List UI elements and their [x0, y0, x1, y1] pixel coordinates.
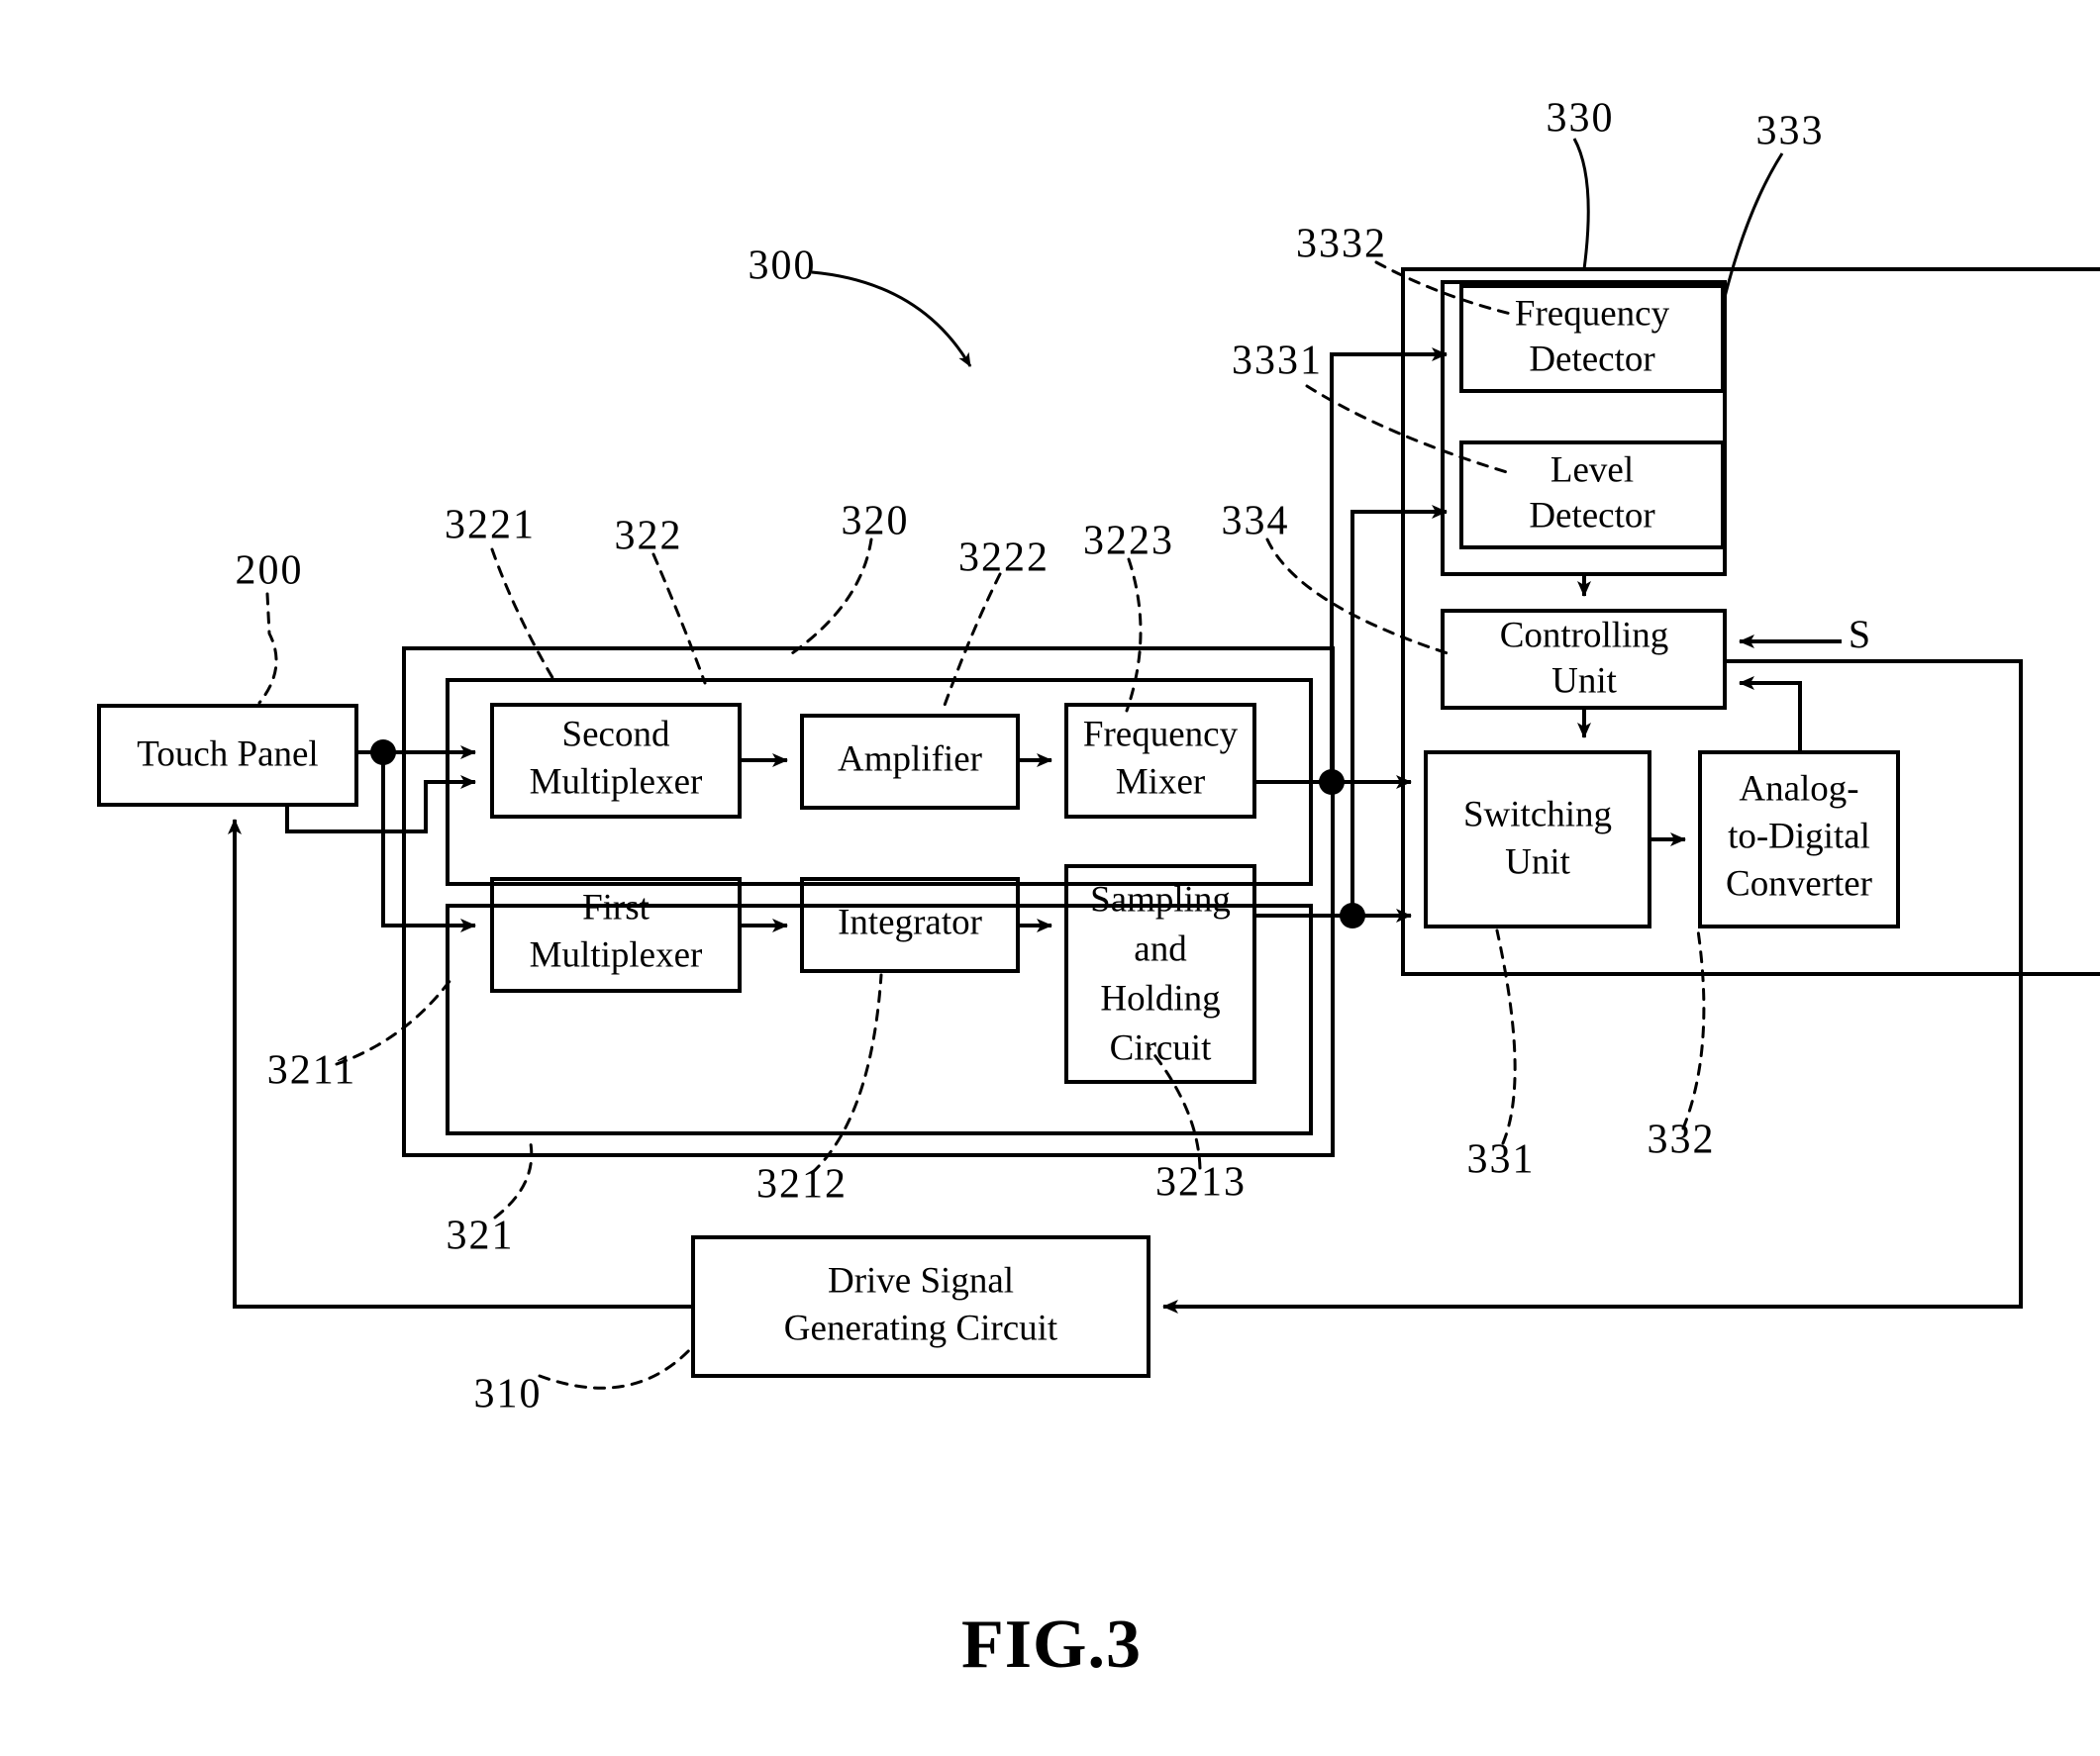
ref-numeral-3212: 3212 — [756, 1162, 848, 1208]
leader-3221 — [490, 547, 556, 683]
label-level-detector-line1: Level — [1550, 449, 1634, 490]
ref-numeral-320: 320 — [842, 499, 910, 544]
wire-touchpanel-to-firstmux — [381, 752, 476, 932]
label-first-multiplexer-line1: First — [582, 887, 650, 927]
label-switching-unit-line1: Switching — [1463, 794, 1612, 834]
ref-numeral-310: 310 — [474, 1372, 543, 1417]
leader-331 — [1495, 928, 1517, 1145]
label-sampling-line2: and — [1134, 928, 1187, 969]
block-diagram-svg: Touch Panel Second Multiplexer Amplifier… — [97, 96, 2100, 1683]
leader-333 — [1723, 152, 1784, 298]
ref-numeral-334: 334 — [1222, 499, 1290, 544]
ref-numeral-331: 331 — [1467, 1137, 1536, 1183]
ref-numeral-3211: 3211 — [267, 1048, 356, 1094]
ref-numeral-3332: 3332 — [1296, 222, 1387, 267]
ref-numeral-3222: 3222 — [958, 536, 1050, 581]
leader-3223 — [1125, 557, 1143, 713]
leader-300 — [811, 270, 972, 367]
label-sampling-line1: Sampling — [1090, 879, 1231, 920]
ref-numeral-330: 330 — [1547, 96, 1615, 142]
label-drive-signal-line1: Drive Signal — [828, 1260, 1014, 1301]
patent-figure-3: Touch Panel Second Multiplexer Amplifier… — [0, 0, 2100, 1756]
wire-adc-to-controlling-feedback — [1739, 676, 1802, 752]
label-controlling-unit-line2: Unit — [1551, 660, 1618, 701]
wire-sampling-to-level-detector — [1350, 505, 1448, 916]
label-sampling-line3: Holding — [1100, 978, 1220, 1019]
label-adc-line3: Converter — [1726, 863, 1872, 904]
label-first-multiplexer-line2: Multiplexer — [530, 934, 703, 975]
ref-numeral-3331: 3331 — [1232, 339, 1323, 384]
label-frequency-detector-line2: Detector — [1529, 339, 1654, 379]
wire-mixer-to-frequency-detector — [1330, 347, 1448, 782]
label-second-multiplexer-line1: Second — [562, 714, 670, 754]
leader-320 — [790, 537, 873, 655]
leader-321 — [493, 1136, 534, 1219]
label-touch-panel: Touch Panel — [137, 733, 318, 774]
label-adc-line2: to-Digital — [1728, 816, 1870, 856]
leader-3331 — [1305, 384, 1512, 475]
leader-334 — [1265, 537, 1450, 655]
ref-numeral-300: 300 — [749, 244, 817, 289]
block-drive-signal-generating-circuit[interactable] — [691, 1235, 1150, 1378]
label-adc-line1: Analog- — [1739, 768, 1858, 809]
leader-322 — [651, 552, 707, 685]
label-signal-s: S — [1849, 612, 1870, 656]
label-integrator: Integrator — [838, 902, 982, 942]
block-switching-unit[interactable] — [1424, 750, 1651, 928]
label-frequency-mixer-line1: Frequency — [1083, 714, 1239, 754]
ref-numeral-333: 333 — [1756, 109, 1825, 154]
ref-numeral-321: 321 — [447, 1214, 515, 1259]
ref-numeral-332: 332 — [1648, 1118, 1716, 1163]
label-switching-unit-line2: Unit — [1505, 841, 1571, 882]
label-controlling-unit-line1: Controlling — [1500, 615, 1669, 655]
ref-numeral-322: 322 — [615, 514, 683, 559]
ref-numeral-3213: 3213 — [1155, 1160, 1247, 1206]
leader-330 — [1572, 138, 1590, 270]
label-frequency-detector-line1: Frequency — [1515, 293, 1670, 334]
label-frequency-mixer-line2: Mixer — [1116, 761, 1205, 802]
label-second-multiplexer-line2: Multiplexer — [530, 761, 703, 802]
ref-numeral-200: 200 — [236, 548, 304, 594]
ref-numeral-3223: 3223 — [1083, 519, 1174, 564]
label-amplifier: Amplifier — [838, 738, 982, 779]
leader-3212 — [810, 973, 883, 1175]
label-drive-signal-line2: Generating Circuit — [784, 1308, 1058, 1348]
figure-caption: FIG.3 — [961, 1607, 1142, 1683]
leader-200 — [257, 592, 278, 705]
leader-310 — [538, 1344, 695, 1390]
label-level-detector-line2: Detector — [1529, 495, 1654, 536]
wire-controlling-to-drive-signal — [1162, 659, 2023, 1314]
label-sampling-line4: Circuit — [1110, 1027, 1212, 1068]
leader-332 — [1681, 928, 1706, 1130]
leader-3222 — [941, 572, 1002, 713]
ref-numeral-3221: 3221 — [445, 503, 536, 548]
